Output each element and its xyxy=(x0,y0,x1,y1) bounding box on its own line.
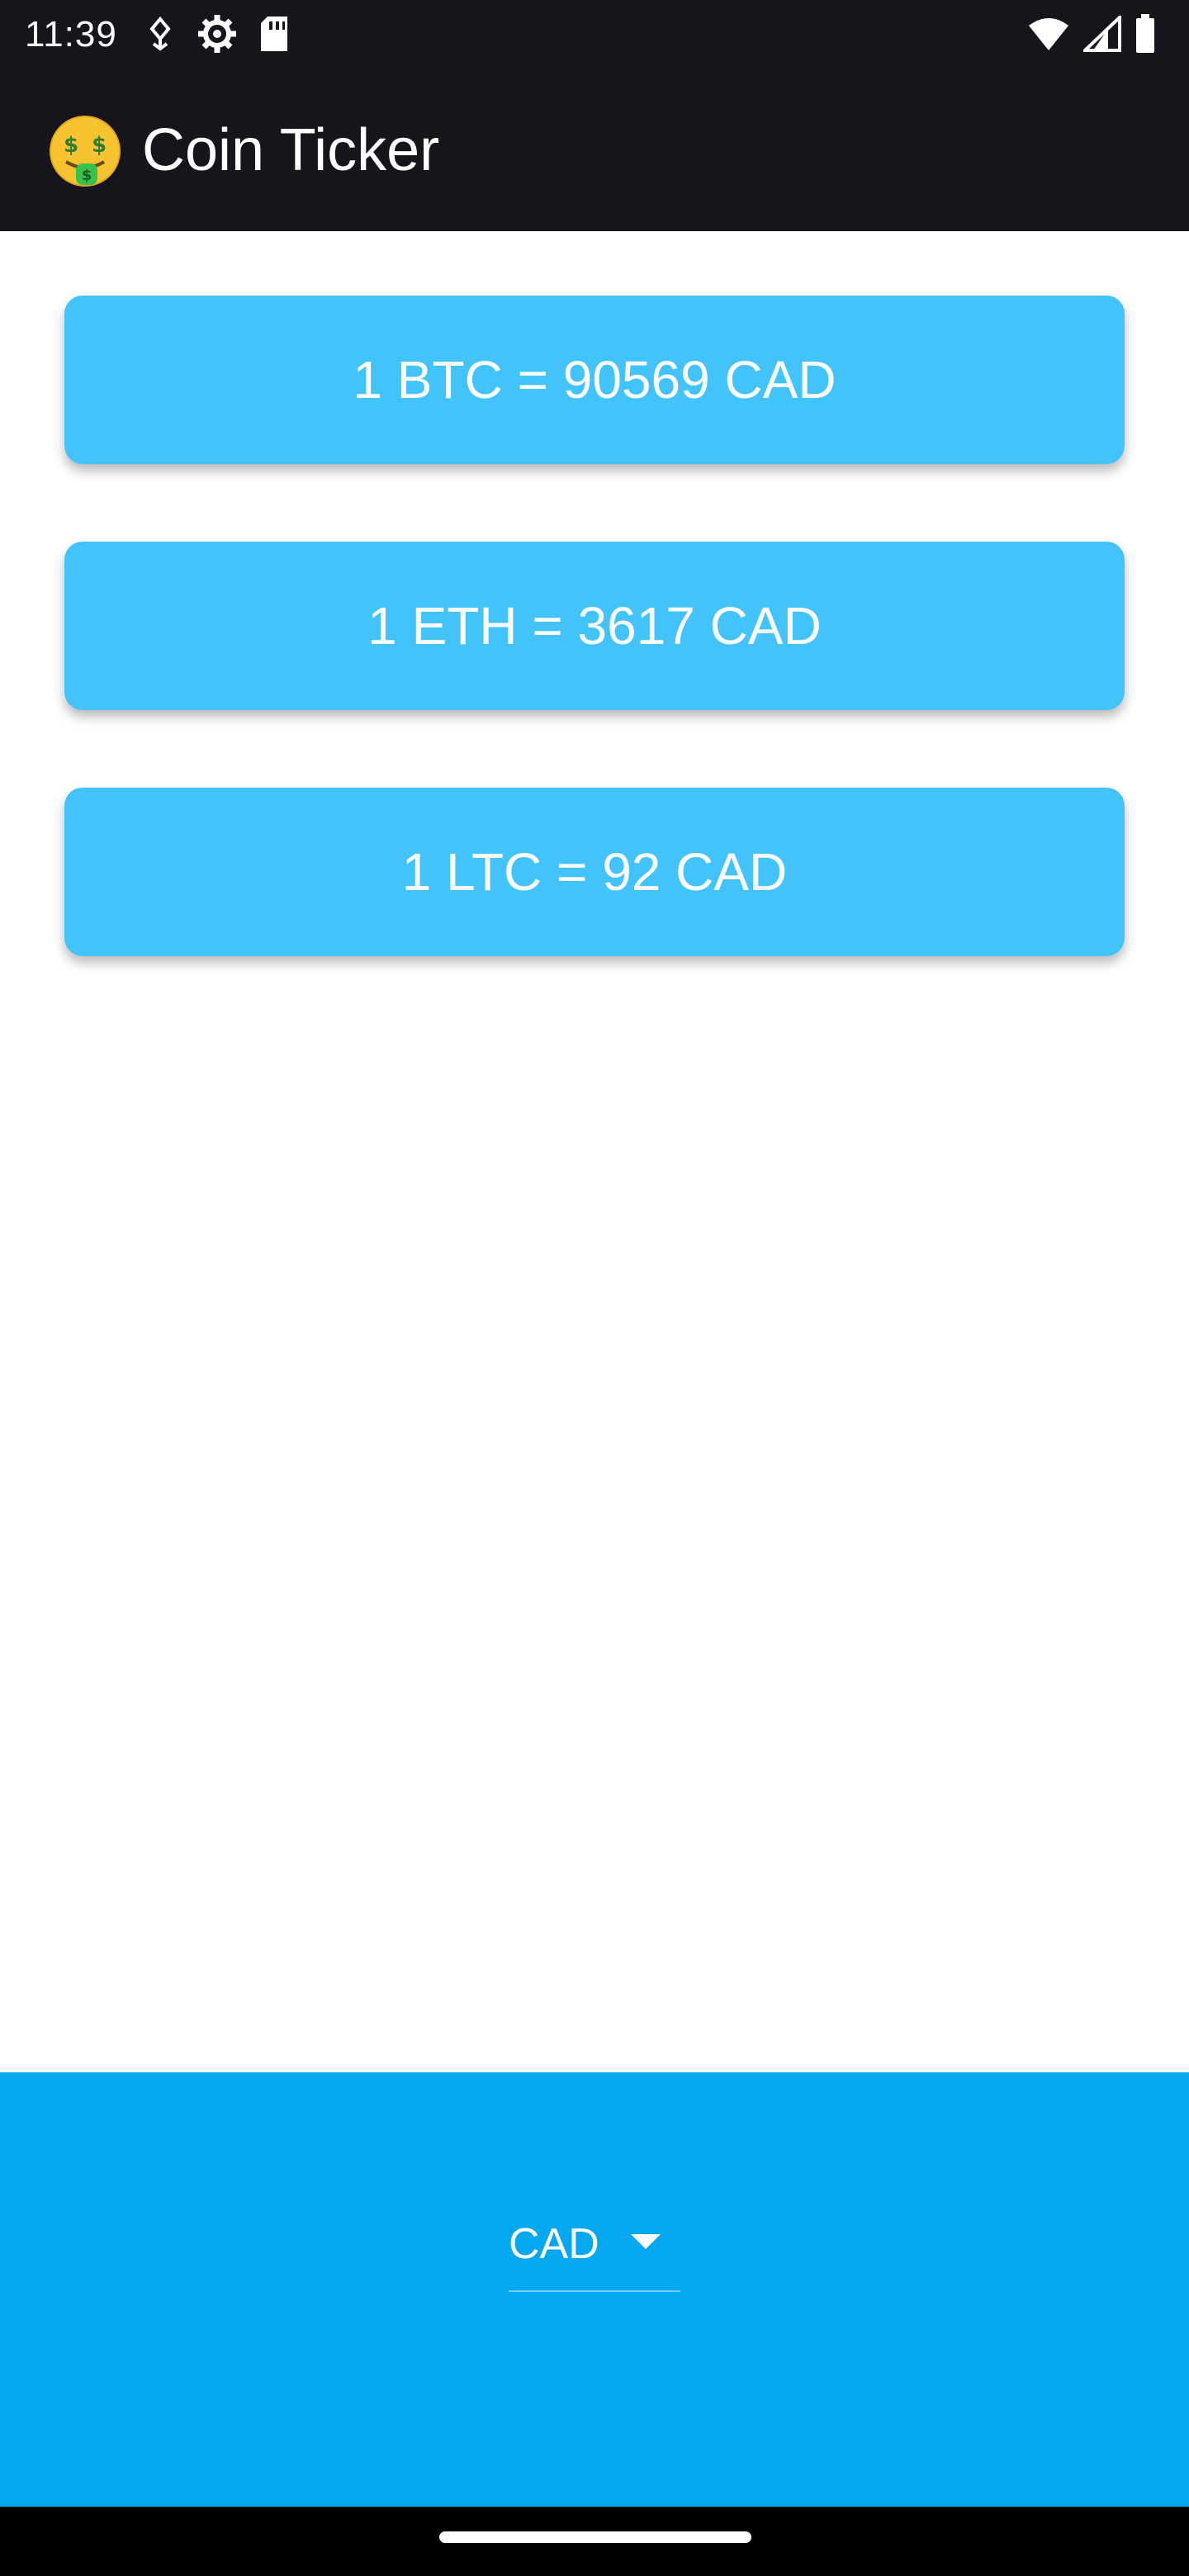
cell-signal-icon xyxy=(1081,12,1121,56)
svg-text:$: $ xyxy=(92,133,107,158)
rate-card-text: 1 BTC = 90569 CAD xyxy=(353,350,836,410)
svg-text:$: $ xyxy=(64,133,78,158)
rate-card-text: 1 ETH = 3617 CAD xyxy=(367,596,822,656)
rate-card-btc: 1 BTC = 90569 CAD xyxy=(64,296,1125,464)
wifi-icon xyxy=(1027,16,1070,56)
status-right-icons xyxy=(1027,12,1156,58)
currency-dropdown[interactable]: CAD xyxy=(509,2206,680,2292)
sd-card-icon xyxy=(259,15,289,57)
home-indicator[interactable] xyxy=(439,2531,751,2543)
currency-selected-value: CAD xyxy=(509,2220,599,2268)
dropdown-arrow-icon xyxy=(631,2234,661,2249)
money-mouth-face-icon: $ $ $ xyxy=(48,114,122,188)
rate-card-ltc: 1 LTC = 92 CAD xyxy=(64,788,1125,956)
battery-icon xyxy=(1135,13,1156,58)
app-title: Coin Ticker xyxy=(142,117,440,183)
settings-gear-icon xyxy=(197,13,238,59)
status-bar: 11:39 xyxy=(0,0,1189,74)
status-time: 11:39 xyxy=(25,14,117,54)
svg-text:$: $ xyxy=(82,167,92,184)
usb-debug-icon xyxy=(145,16,175,56)
app-bar: $ $ $ Coin Ticker xyxy=(0,74,1189,231)
navigation-bar xyxy=(0,2507,1189,2576)
rate-card-text: 1 LTC = 92 CAD xyxy=(401,842,788,902)
rate-card-eth: 1 ETH = 3617 CAD xyxy=(64,542,1125,710)
status-left-icons xyxy=(145,13,289,59)
